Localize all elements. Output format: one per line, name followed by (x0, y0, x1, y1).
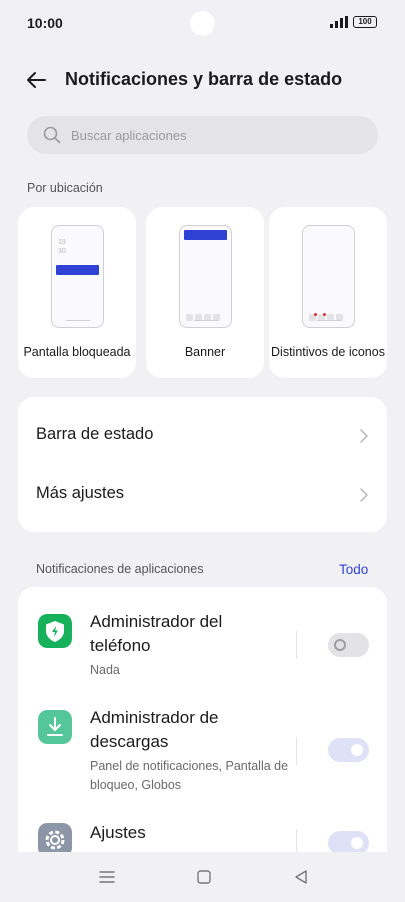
banner-bar-preview (184, 230, 227, 240)
app-list: Administrador del teléfono Nada Administ… (18, 587, 387, 887)
phone-manager-icon (38, 614, 72, 648)
divider (296, 737, 297, 765)
battery-icon: 100 (353, 16, 377, 28)
card-lock-screen[interactable]: 19 30 Pantalla bloqueada (18, 207, 136, 378)
search-bar[interactable] (27, 116, 378, 154)
app-detail: Nada (90, 663, 120, 677)
search-icon (43, 126, 61, 144)
lock-screen-clock: 19 30 (58, 239, 66, 255)
app-detail: Panel de notificaciones, Pantalla de blo… (90, 759, 289, 792)
app-dots-preview (309, 308, 349, 321)
divider (296, 631, 297, 659)
toggle-knob (351, 744, 363, 756)
status-time: 10:00 (27, 15, 63, 31)
card-label: Distintivos de iconos (271, 345, 385, 359)
badges-preview (302, 225, 355, 328)
card-label: Banner (184, 345, 226, 359)
app-dots-preview (186, 308, 226, 321)
filter-all-link[interactable]: Todo (339, 562, 368, 577)
status-bar: 10:00 100 (0, 0, 405, 46)
row-label: Barra de estado (36, 425, 154, 443)
lock-screen-preview: 19 30 (51, 225, 104, 328)
card-icon-badges[interactable]: Distintivos de iconos (269, 207, 387, 378)
signal-icon (330, 16, 348, 28)
home-icon[interactable] (195, 869, 213, 885)
card-label: Pantalla bloqueada (23, 345, 131, 359)
back-icon[interactable] (292, 869, 310, 885)
home-indicator (317, 319, 341, 321)
app-row[interactable]: Administrador del teléfono Nada (18, 587, 387, 697)
chevron-right-icon (360, 429, 368, 443)
toggle-knob (351, 837, 363, 849)
page-title: Notificaciones y barra de estado (65, 69, 343, 89)
settings-group: Barra de estado Más ajustes (18, 397, 387, 532)
card-banner[interactable]: Banner (146, 207, 264, 378)
back-arrow-icon[interactable] (24, 68, 48, 92)
download-manager-icon (38, 710, 72, 744)
location-cards: 19 30 Pantalla bloqueada Banner Distintiv… (18, 207, 405, 378)
menu-icon[interactable] (98, 869, 116, 885)
row-more-settings[interactable]: Más ajustes (18, 465, 387, 523)
app-name: Administrador del teléfono (90, 612, 223, 655)
notification-toggle[interactable] (328, 738, 369, 762)
banner-preview (179, 225, 232, 328)
row-status-bar[interactable]: Barra de estado (18, 406, 387, 464)
toggle-knob (334, 639, 346, 651)
app-name: Administrador de descargas (90, 708, 219, 751)
app-row[interactable]: Administrador de descargas Panel de noti… (18, 697, 387, 825)
chevron-right-icon (360, 488, 368, 502)
front-camera (190, 11, 215, 36)
header: Notificaciones y barra de estado (0, 60, 405, 100)
section-label-app-notifications: Notificaciones de aplicaciones (36, 562, 204, 576)
home-indicator (194, 319, 218, 321)
app-name: Ajustes (90, 823, 146, 842)
system-nav-bar (0, 852, 405, 902)
section-label-location: Por ubicación (27, 181, 103, 195)
notification-bar-preview (56, 265, 99, 275)
notification-toggle[interactable] (328, 633, 369, 657)
search-input[interactable] (71, 116, 361, 154)
row-label: Más ajustes (36, 484, 125, 502)
home-indicator (66, 319, 90, 321)
